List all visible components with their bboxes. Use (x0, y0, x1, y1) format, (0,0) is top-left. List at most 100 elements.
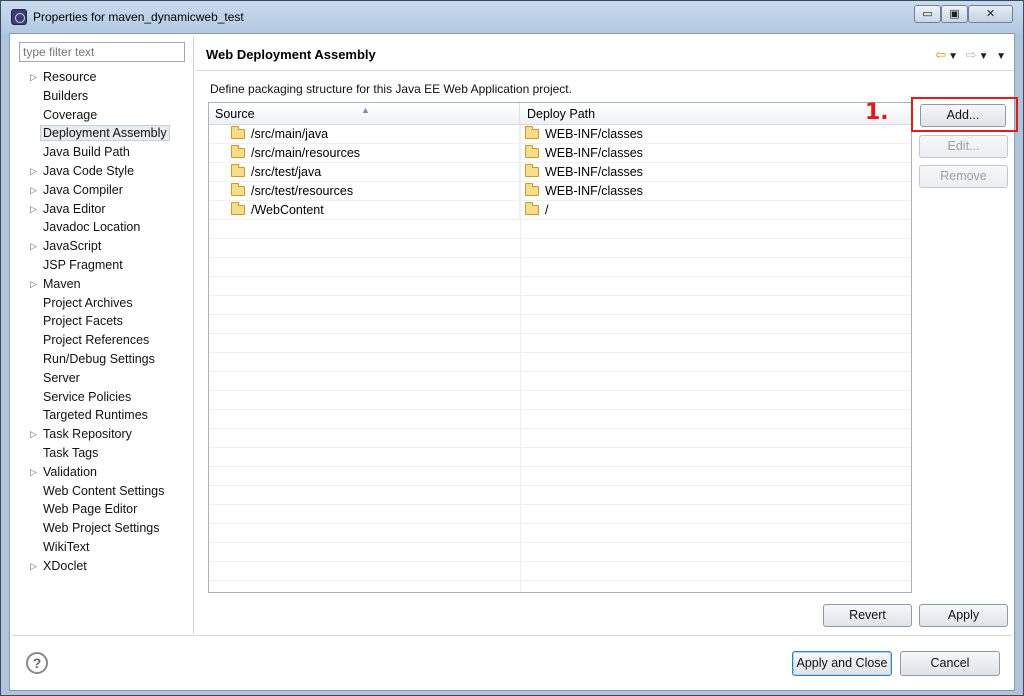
tree-item[interactable]: Web Project Settings (12, 519, 192, 538)
revert-button[interactable]: Revert (823, 604, 912, 627)
expand-arrow-icon[interactable]: ▷ (30, 237, 37, 256)
title-bar[interactable]: Properties for maven_dynamicweb_test ▭ ▣… (1, 1, 1023, 33)
tree-item-label: Validation (43, 464, 97, 479)
eclipse-app-icon (11, 9, 27, 25)
tree-item[interactable]: WikiText (12, 538, 192, 557)
folder-icon (525, 164, 539, 177)
close-button[interactable]: ✕ (968, 5, 1013, 23)
empty-table-row (209, 486, 911, 505)
folder-icon (231, 126, 245, 139)
expand-arrow-icon[interactable]: ▷ (30, 181, 37, 200)
table-row[interactable]: /src/test/java WEB-INF/classes (209, 163, 911, 182)
edit-button[interactable]: Edit... (919, 135, 1008, 158)
tree-item-label: Project Archives (43, 295, 133, 310)
tree-item-label: Targeted Runtimes (43, 408, 148, 423)
tree-item[interactable]: Project Facets (12, 312, 192, 331)
tree-item[interactable]: Java Build Path (12, 143, 192, 162)
forward-arrow-icon[interactable]: ⇨ (966, 47, 979, 62)
history-nav: ⇦▼ ⇨▼ ▼ (935, 47, 1008, 63)
tree-item[interactable]: Service Policies (12, 388, 192, 407)
back-menu-chevron-icon[interactable]: ▼ (948, 51, 960, 62)
tree-item[interactable]: Task Tags (12, 444, 192, 463)
filter-input[interactable] (19, 42, 185, 62)
page-header: Web Deployment Assembly ⇦▼ ⇨▼ ▼ (196, 36, 1012, 70)
source-text: /src/test/java (251, 165, 322, 179)
deploy-path-text: WEB-INF/classes (545, 184, 643, 198)
tree-item[interactable]: ▷ JavaScript (12, 237, 192, 256)
folder-icon (231, 183, 245, 196)
table-row[interactable]: /src/main/resources WEB-INF/classes (209, 144, 911, 163)
deploy-path-cell: WEB-INF/classes (521, 182, 643, 201)
deploy-path-cell: WEB-INF/classes (521, 125, 643, 144)
apply-button[interactable]: Apply (919, 604, 1008, 627)
tree-item[interactable]: Targeted Runtimes (12, 406, 192, 425)
preference-tree-panel: ▷ Resource Builders Coverage Deployment Asse… (12, 36, 194, 634)
tree-item[interactable]: Server (12, 369, 192, 388)
apply-and-close-button[interactable]: Apply and Close (792, 651, 892, 676)
tree-item-label: Web Page Editor (43, 502, 138, 517)
page-description: Define packaging structure for this Java… (210, 82, 572, 96)
tree-item[interactable]: Run/Debug Settings (12, 350, 192, 369)
help-icon[interactable]: ? (26, 652, 48, 674)
empty-table-row (209, 562, 911, 581)
tree-item-label: Java Compiler (43, 182, 123, 197)
view-menu-icon[interactable]: ▼ (996, 51, 1008, 62)
tree-item[interactable]: ▷ Resource (12, 68, 192, 87)
tree-item[interactable]: Project References (12, 331, 192, 350)
tree-item[interactable]: ▷ Java Code Style (12, 162, 192, 181)
deploy-path-text: / (545, 203, 549, 217)
expand-arrow-icon[interactable]: ▷ (30, 557, 37, 576)
tree-item-label: Web Content Settings (43, 483, 165, 498)
expand-arrow-icon[interactable]: ▷ (30, 200, 37, 219)
tree-item[interactable]: ▷ Task Repository (12, 425, 192, 444)
deploy-path-cell: / (521, 201, 548, 220)
folder-icon (525, 183, 539, 196)
maximize-button[interactable]: ▣ (941, 5, 968, 23)
empty-table-row (209, 448, 911, 467)
tree-item-label: Java Build Path (43, 145, 130, 160)
expand-arrow-icon[interactable]: ▷ (30, 425, 37, 444)
tree-item-label: WikiText (43, 539, 90, 554)
dialog-client-area: ▷ Resource Builders Coverage Deployment Asse… (9, 33, 1018, 691)
back-arrow-icon[interactable]: ⇦ (935, 47, 948, 62)
source-cell: /src/test/java (209, 163, 520, 182)
tree-item-label: JavaScript (43, 239, 102, 254)
tree-item[interactable]: JSP Fragment (12, 256, 192, 275)
tree-item[interactable]: Web Content Settings (12, 482, 192, 501)
table-row[interactable]: /src/main/java WEB-INF/classes (209, 125, 911, 144)
add-button[interactable]: Add... (920, 104, 1006, 127)
expand-arrow-icon[interactable]: ▷ (30, 463, 37, 482)
tree-item-label: Service Policies (43, 389, 132, 404)
expand-arrow-icon[interactable]: ▷ (30, 162, 37, 181)
folder-icon (525, 202, 539, 215)
tree-item[interactable]: Coverage (12, 106, 192, 125)
tree-item[interactable]: ▷ Java Compiler (12, 181, 192, 200)
expand-arrow-icon[interactable]: ▷ (30, 275, 37, 294)
source-cell: /src/main/resources (209, 144, 520, 163)
table-row[interactable]: /WebContent / (209, 201, 911, 220)
table-row[interactable]: /src/test/resources WEB-INF/classes (209, 182, 911, 201)
cancel-button[interactable]: Cancel (900, 651, 1000, 676)
tree-item[interactable]: Web Page Editor (12, 500, 192, 519)
tree-item[interactable]: ▷ Java Editor (12, 200, 192, 219)
tree-item[interactable]: ▷ Maven (12, 275, 192, 294)
empty-table-row (209, 372, 911, 391)
tree-item[interactable]: Javadoc Location (12, 218, 192, 237)
tree-item[interactable]: ▷ XDoclet (12, 557, 192, 576)
forward-menu-chevron-icon[interactable]: ▼ (979, 51, 991, 62)
tree-item[interactable]: Project Archives (12, 294, 192, 313)
tree-item[interactable]: ▷ Validation (12, 463, 192, 482)
empty-table-row (209, 277, 911, 296)
tree-item-label: Server (43, 370, 80, 385)
tree-item[interactable]: Builders (12, 87, 192, 106)
tree-item[interactable]: Deployment Assembly (12, 124, 192, 143)
deploy-path-cell: WEB-INF/classes (521, 144, 643, 163)
minimize-button[interactable]: ▭ (914, 5, 941, 23)
tree-item-label: Run/Debug Settings (43, 351, 155, 366)
column-header-deploy-path[interactable]: Deploy Path (521, 103, 911, 125)
expand-arrow-icon[interactable]: ▷ (30, 68, 37, 87)
remove-button[interactable]: Remove (919, 165, 1008, 188)
deployment-assembly-table[interactable]: Source ▲ Deploy Path /src/main/java WEB-I… (208, 102, 912, 593)
preference-tree: ▷ Resource Builders Coverage Deployment Asse… (12, 68, 192, 576)
column-header-source[interactable]: Source ▲ (209, 103, 520, 125)
